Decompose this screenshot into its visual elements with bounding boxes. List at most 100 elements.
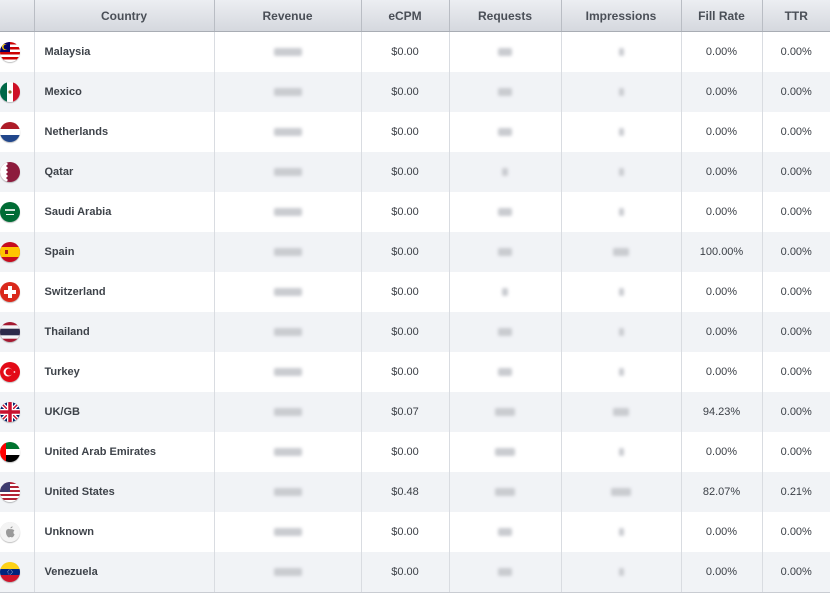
revenue-cell: [214, 72, 362, 112]
redacted-value: [498, 208, 512, 217]
redacted-value: [273, 248, 302, 257]
redacted-value: [273, 368, 302, 377]
country-name: Qatar: [34, 152, 215, 192]
flag-malaysia-icon: [0, 42, 20, 62]
redacted-value: [273, 128, 302, 137]
table-row[interactable]: Mexico $0.00 0.00% 0.00%: [0, 72, 830, 112]
redacted-value: [495, 448, 515, 457]
flag-cell: [0, 192, 35, 232]
ecpm-cell: $0.00: [361, 272, 450, 312]
flag-cell: [0, 472, 35, 512]
requests-cell: [449, 192, 562, 232]
table-row[interactable]: United States $0.48 82.07% 0.21%: [0, 472, 830, 512]
country-name: Saudi Arabia: [34, 192, 215, 232]
ttr-cell: 0.00%: [762, 512, 830, 552]
requests-cell: [449, 152, 562, 192]
revenue-cell: [214, 232, 362, 272]
ecpm-cell: $0.00: [361, 512, 450, 552]
impressions-cell: [561, 472, 682, 512]
redacted-value: [273, 488, 302, 497]
country-name: Unknown: [34, 512, 215, 552]
revenue-cell: [214, 392, 362, 432]
redacted-value: [273, 568, 302, 577]
requests-cell: [449, 72, 562, 112]
ttr-cell: 0.00%: [762, 312, 830, 352]
table-row[interactable]: Venezuela $0.00 0.00% 0.00%: [0, 552, 830, 593]
ttr-cell: 0.21%: [762, 472, 830, 512]
table-row[interactable]: Netherlands $0.00 0.00% 0.00%: [0, 112, 830, 152]
table-row[interactable]: Thailand $0.00 0.00% 0.00%: [0, 312, 830, 352]
redacted-value: [502, 288, 508, 297]
revenue-column-header[interactable]: Revenue: [214, 0, 362, 32]
flag-cell: [0, 352, 35, 392]
impressions-column-header[interactable]: Impressions: [561, 0, 682, 32]
impressions-cell: [561, 152, 682, 192]
table-row[interactable]: UK/GB $0.07 94.23% 0.00%: [0, 392, 830, 432]
ecpm-column-header[interactable]: eCPM: [361, 0, 450, 32]
revenue-cell: [214, 312, 362, 352]
requests-cell: [449, 392, 562, 432]
ttr-cell: 0.00%: [762, 432, 830, 472]
fill-rate-cell: 0.00%: [681, 192, 763, 232]
redacted-value: [498, 128, 512, 137]
fill-rate-cell: 0.00%: [681, 552, 763, 593]
flag-uk-icon: [0, 402, 20, 422]
table-row[interactable]: Qatar $0.00 0.00% 0.00%: [0, 152, 830, 192]
ecpm-cell: $0.00: [361, 192, 450, 232]
flag-spain-icon: [0, 242, 20, 262]
fill-rate-cell: 0.00%: [681, 512, 763, 552]
revenue-cell: [214, 552, 362, 593]
fill-rate-cell: 0.00%: [681, 152, 763, 192]
impressions-cell: [561, 552, 682, 593]
fill-rate-cell: 0.00%: [681, 72, 763, 112]
redacted-value: [498, 528, 512, 537]
table-row[interactable]: Turkey $0.00 0.00% 0.00%: [0, 352, 830, 392]
table-row[interactable]: Switzerland $0.00 0.00% 0.00%: [0, 272, 830, 312]
table-row[interactable]: Spain $0.00 100.00% 0.00%: [0, 232, 830, 272]
fill-rate-column-header[interactable]: Fill Rate: [681, 0, 763, 32]
revenue-cell: [214, 472, 362, 512]
redacted-value: [618, 88, 624, 97]
requests-column-header[interactable]: Requests: [449, 0, 562, 32]
redacted-value: [618, 208, 624, 217]
revenue-cell: [214, 152, 362, 192]
fill-rate-cell: 0.00%: [681, 31, 763, 72]
ttr-cell: 0.00%: [762, 272, 830, 312]
redacted-value: [273, 408, 302, 417]
redacted-value: [273, 88, 302, 97]
table-header-row: Country Revenue eCPM Requests Impression…: [0, 0, 830, 32]
redacted-value: [273, 528, 302, 537]
redacted-value: [618, 48, 624, 57]
revenue-cell: [214, 31, 362, 72]
ttr-column-header[interactable]: TTR: [762, 0, 830, 32]
ecpm-cell: $0.00: [361, 352, 450, 392]
flag-mexico-icon: [0, 82, 20, 102]
redacted-value: [273, 208, 302, 217]
requests-cell: [449, 232, 562, 272]
ecpm-cell: $0.00: [361, 552, 450, 593]
redacted-value: [273, 448, 302, 457]
fill-rate-cell: 0.00%: [681, 272, 763, 312]
ecpm-cell: $0.07: [361, 392, 450, 432]
table-row[interactable]: Saudi Arabia $0.00 0.00% 0.00%: [0, 192, 830, 232]
flag-cell: [0, 392, 35, 432]
ecpm-cell: $0.48: [361, 472, 450, 512]
requests-cell: [449, 352, 562, 392]
redacted-value: [613, 248, 629, 257]
impressions-cell: [561, 312, 682, 352]
redacted-value: [498, 48, 512, 57]
country-name: Switzerland: [34, 272, 215, 312]
redacted-value: [502, 168, 508, 177]
flag-turkey-icon: [0, 362, 20, 382]
table-row[interactable]: United Arab Emirates $0.00 0.00% 0.00%: [0, 432, 830, 472]
country-column-header[interactable]: Country: [34, 0, 215, 32]
table-row[interactable]: Malaysia $0.00 0.00% 0.00%: [0, 31, 830, 72]
revenue-cell: [214, 112, 362, 152]
table-row[interactable]: Unknown $0.00 0.00% 0.00%: [0, 512, 830, 552]
flag-united-states-icon: [0, 482, 20, 502]
redacted-value: [498, 368, 512, 377]
flag-venezuela-icon: [0, 562, 20, 582]
impressions-cell: [561, 31, 682, 72]
fill-rate-cell: 0.00%: [681, 112, 763, 152]
requests-cell: [449, 272, 562, 312]
